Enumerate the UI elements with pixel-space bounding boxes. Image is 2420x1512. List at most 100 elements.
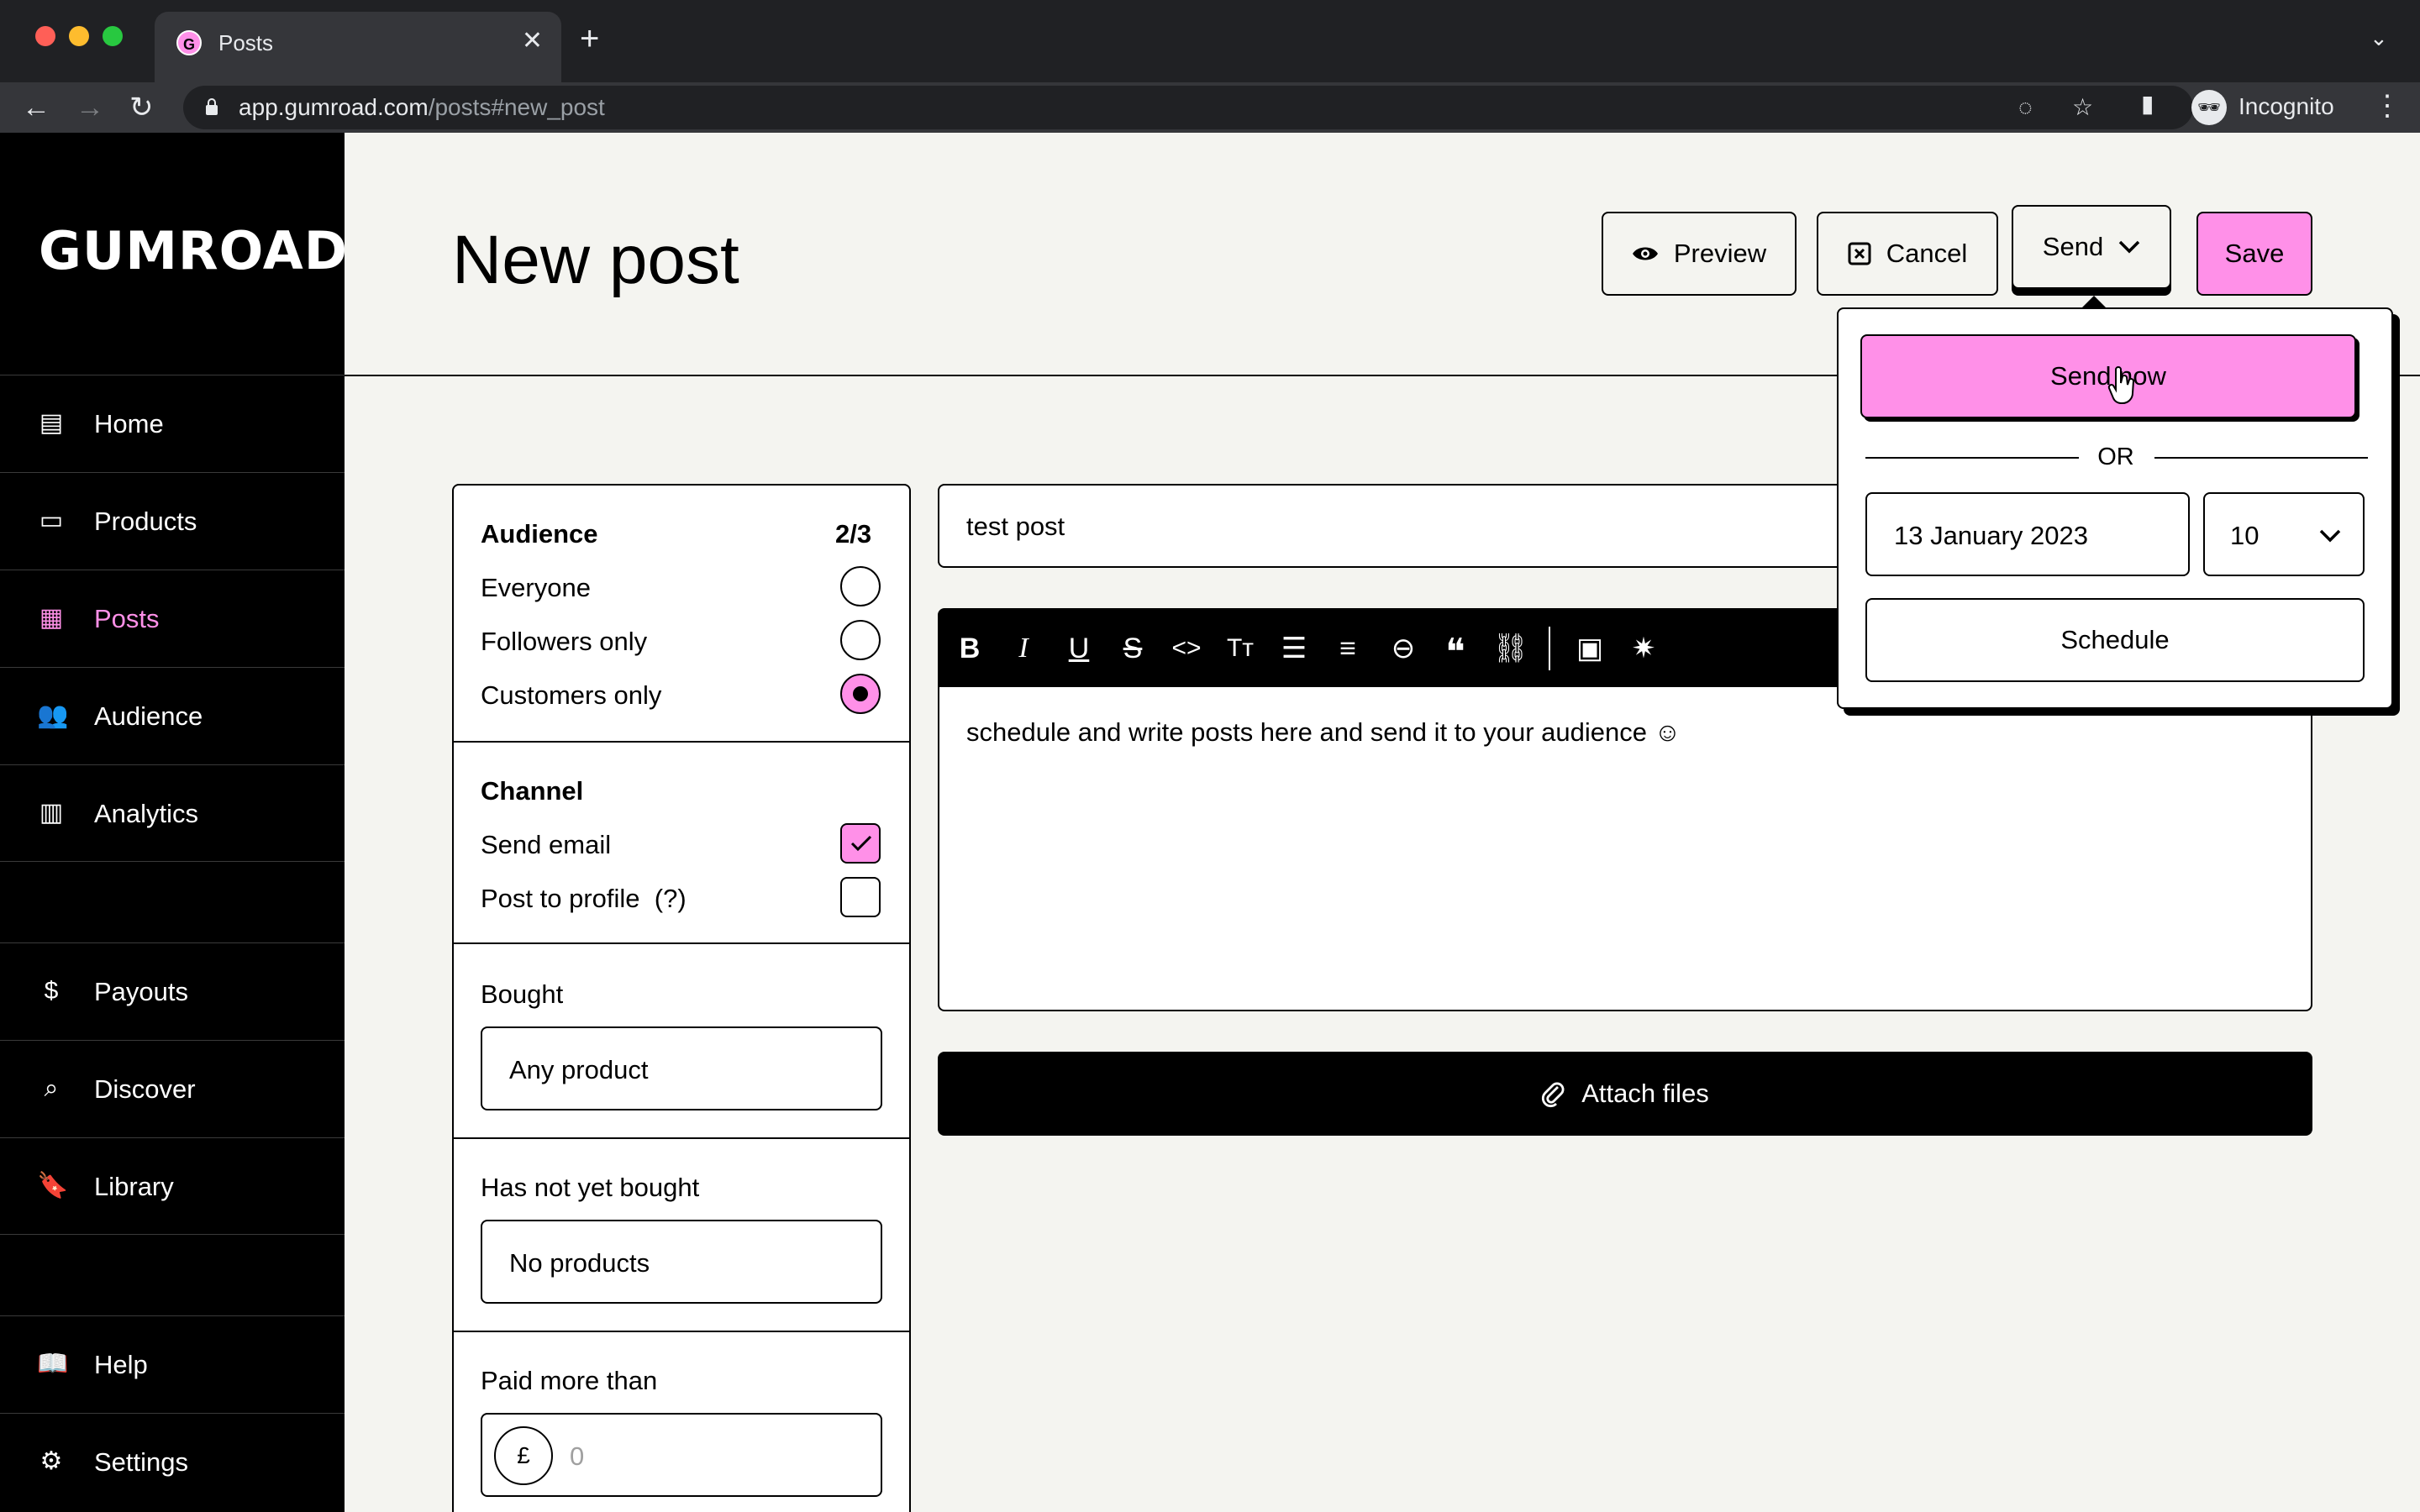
- channel-heading: Channel: [481, 776, 584, 806]
- paid-more-label: Paid more than: [481, 1366, 658, 1395]
- bullet-list-icon[interactable]: ☰: [1277, 632, 1311, 665]
- numbered-list-icon[interactable]: ≡: [1331, 632, 1365, 665]
- post-to-profile-checkbox[interactable]: [840, 877, 881, 917]
- dollar-icon: $: [44, 977, 59, 1005]
- filter-panel: Audience 2/3 Everyone Followers only Cus…: [452, 484, 911, 1512]
- bookmark-icon: 🔖: [37, 1172, 69, 1200]
- reload-icon[interactable]: ↻: [129, 91, 154, 124]
- paperclip-icon: [1542, 1082, 1565, 1108]
- image-icon[interactable]: ▣: [1573, 632, 1607, 665]
- sidebar-item-library[interactable]: 🔖 Library: [0, 1137, 345, 1235]
- followers-only-radio[interactable]: [840, 620, 881, 660]
- strikethrough-icon[interactable]: S: [1116, 632, 1150, 665]
- gumroad-logo[interactable]: GUMROAD: [39, 222, 348, 281]
- sidebar-item-label: Posts: [94, 604, 160, 633]
- currency-badge: £: [494, 1426, 553, 1485]
- bought-select[interactable]: Any product: [481, 1026, 882, 1110]
- sidebar-item-label: Settings: [94, 1447, 189, 1477]
- sidebar-item-analytics[interactable]: ▥ Analytics: [0, 764, 345, 862]
- schedule-button[interactable]: Schedule: [1865, 598, 2365, 682]
- sidebar-item-label: Products: [94, 507, 197, 536]
- customers-only-radio[interactable]: [840, 674, 881, 714]
- send-email-checkbox[interactable]: [840, 823, 881, 864]
- save-button[interactable]: Save: [2196, 212, 2312, 296]
- not-bought-label: Has not yet bought: [481, 1173, 700, 1202]
- post-body-text: schedule and write posts here and send i…: [966, 717, 1681, 747]
- bookmark-star-icon[interactable]: ☆: [2072, 93, 2093, 122]
- maximize-window-button[interactable]: [103, 26, 123, 46]
- search-icon: ⌕: [44, 1074, 59, 1102]
- checkmark-icon: [850, 835, 872, 852]
- tab-close-icon[interactable]: ✕: [522, 27, 543, 55]
- sidebar-item-posts[interactable]: ▦ Posts: [0, 570, 345, 667]
- underline-icon[interactable]: U: [1062, 632, 1096, 665]
- sidebar-item-payouts[interactable]: $ Payouts: [0, 942, 345, 1040]
- chevron-down-icon: [2319, 529, 2341, 543]
- gear-icon: ⚙: [39, 1447, 63, 1475]
- sidebar-item-settings[interactable]: ⚙ Settings: [0, 1413, 345, 1510]
- forward-arrow-icon[interactable]: →: [76, 91, 104, 124]
- people-icon: 👥: [37, 701, 69, 729]
- save-label: Save: [2224, 239, 2285, 268]
- send-button[interactable]: Send: [2012, 205, 2171, 289]
- help-icon[interactable]: (?): [655, 884, 687, 913]
- back-arrow-icon[interactable]: ←: [22, 91, 50, 124]
- close-window-button[interactable]: [35, 26, 55, 46]
- audience-count: 2/3: [835, 519, 872, 549]
- paid-more-input[interactable]: £ 0: [481, 1413, 882, 1497]
- browser-tab[interactable]: G Posts ✕: [155, 12, 561, 82]
- incognito-icon[interactable]: 🕶: [2191, 90, 2227, 125]
- code-icon[interactable]: <>: [1170, 632, 1203, 665]
- post-body-editor[interactable]: schedule and write posts here and send i…: [938, 687, 2312, 1011]
- attach-files-button[interactable]: Attach files: [938, 1052, 2312, 1136]
- minimize-window-button[interactable]: [69, 26, 89, 46]
- audience-option-label: Customers only: [481, 680, 662, 710]
- chevron-down-icon: [2118, 240, 2140, 254]
- browser-menu-icon[interactable]: ⋮: [2373, 89, 2402, 123]
- sidebar-item-label: Library: [94, 1172, 174, 1201]
- new-tab-icon[interactable]: +: [580, 22, 599, 55]
- text-size-icon[interactable]: Tт: [1223, 632, 1257, 665]
- bold-icon[interactable]: B: [953, 632, 986, 665]
- magic-wand-icon[interactable]: ✷: [1627, 632, 1660, 665]
- close-square-icon: [1848, 242, 1871, 265]
- address-bar[interactable]: app.gumroad.com/posts#new_post ◌ ☆: [183, 86, 2193, 129]
- side-panel-icon[interactable]: ▮: [2141, 90, 2154, 118]
- link-icon[interactable]: ⛓: [1492, 632, 1528, 665]
- sidebar-item-label: Help: [94, 1350, 148, 1379]
- sidebar-item-home[interactable]: ▤ Home: [0, 375, 345, 472]
- schedule-date-input[interactable]: 13 January 2023: [1865, 492, 2190, 576]
- sidebar-item-discover[interactable]: ⌕ Discover: [0, 1040, 345, 1137]
- schedule-hour-select[interactable]: 10: [2203, 492, 2365, 576]
- horizontal-rule-icon[interactable]: ⊖: [1386, 632, 1420, 665]
- lock-icon: [206, 98, 218, 115]
- eye-slash-icon[interactable]: ◌: [2018, 93, 2033, 122]
- cancel-button[interactable]: Cancel: [1817, 212, 1998, 296]
- toolbar-divider: [1549, 627, 1550, 670]
- quote-icon[interactable]: ❝: [1439, 632, 1472, 673]
- eye-icon: [1632, 247, 1658, 260]
- preview-button[interactable]: Preview: [1602, 212, 1797, 296]
- send-email-label: Send email: [481, 830, 612, 859]
- schedule-hour-value: 10: [2230, 521, 2260, 550]
- post-to-profile-label: Post to profile (?): [481, 884, 687, 913]
- store-icon: ▤: [39, 409, 64, 437]
- or-divider-right: [2154, 457, 2368, 459]
- italic-icon[interactable]: I: [1007, 632, 1040, 665]
- sidebar-item-help[interactable]: 📖 Help: [0, 1315, 345, 1413]
- sidebar-item-label: Payouts: [94, 977, 189, 1006]
- audience-option-label: Everyone: [481, 573, 591, 602]
- tab-search-chevron-icon[interactable]: ⌄: [2370, 25, 2388, 51]
- everyone-radio[interactable]: [840, 566, 881, 606]
- or-label: OR: [2097, 444, 2134, 470]
- section-divider: [454, 741, 909, 743]
- sidebar: GUMROAD ▤ Home ▭ Products ▦ Posts 👥 Audi…: [0, 133, 348, 1512]
- sidebar-item-audience[interactable]: 👥 Audience: [0, 667, 345, 764]
- incognito-label: Incognito: [2238, 93, 2334, 119]
- or-divider-left: [1865, 457, 2079, 459]
- not-bought-select[interactable]: No products: [481, 1220, 882, 1304]
- audience-heading: Audience: [481, 519, 598, 549]
- sidebar-item-products[interactable]: ▭ Products: [0, 472, 345, 570]
- audience-option-label: Followers only: [481, 627, 648, 656]
- bought-label: Bought: [481, 979, 564, 1009]
